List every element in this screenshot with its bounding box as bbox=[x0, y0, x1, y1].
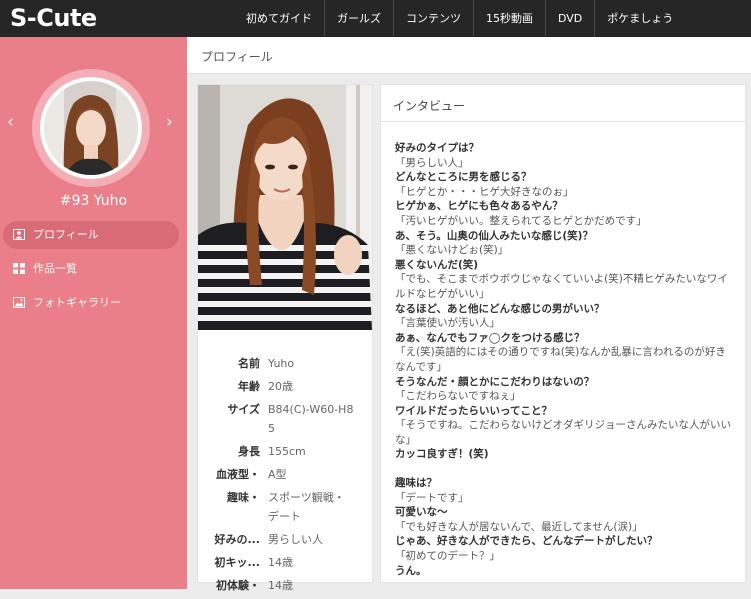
profile-label: 趣味・ bbox=[227, 491, 260, 504]
interview-answer: 「ヒゲとか・・・ヒゲ大好きなのぉ」 bbox=[395, 185, 574, 198]
profile-value: 男らしい人 bbox=[268, 533, 323, 546]
interview-answer: 「悪くないけどぉ(笑)」 bbox=[395, 244, 509, 257]
girl-name: #93 Yuho bbox=[59, 193, 128, 209]
interview-question: じゃあ、好きな人ができたら、どんなデートがしたい？ bbox=[395, 535, 658, 548]
nav-guide[interactable]: 初めてガイド bbox=[234, 0, 324, 37]
avatar-border bbox=[40, 77, 142, 179]
interview-question: 好みのタイプは？ bbox=[395, 142, 479, 154]
interview-body: 好みのタイプは？ 「男らしい人」どんなところに男を感じる？ 「ヒゲとか・・・ヒゲ大好… bbox=[395, 141, 733, 578]
grid-icon bbox=[13, 263, 25, 274]
interview-answer: 「でも好きな人が居ないんで、最近してません(涙)」 bbox=[395, 520, 643, 533]
profile-row: 身長 155cm bbox=[198, 442, 372, 461]
nav-contents[interactable]: コンテンツ bbox=[394, 0, 473, 37]
interview-question: そうなんだ・顔とかにこだわりはないの？ bbox=[395, 375, 595, 388]
interview-title: インタビュー bbox=[393, 99, 466, 113]
sidebar-item-label: 作品一覧 bbox=[33, 262, 77, 275]
interview-question: あ、そう。山奥の仙人みたいな感じ(笑)？ bbox=[395, 229, 593, 242]
interview-header: インタビュー bbox=[381, 85, 745, 122]
interview-question: あぁ、なんでもファ◯クをつける感じ？ bbox=[395, 331, 585, 344]
interview-answer: 「初めてのデート？」 bbox=[395, 550, 500, 563]
profile-card: 名前 Yuho 年齢 20歳 サイズ B84(C)-W60-H85 身長 155… bbox=[197, 84, 373, 592]
profile-label: 年齢 bbox=[238, 380, 260, 393]
interview-question: 可愛いな〜 bbox=[395, 506, 448, 519]
interview-answer: 「そうですね。こだわらないけどオダギリジョーさんみたいな人がいいな」 bbox=[395, 419, 731, 446]
profile-photo[interactable] bbox=[198, 85, 372, 330]
profile-label: 初キッ... bbox=[214, 556, 260, 569]
profile-label: 初体験・ bbox=[216, 579, 260, 592]
interview-spacer bbox=[395, 462, 733, 476]
interview-answer: 「でも、そこまでボウボウじゃなくていいよ(笑)不精ヒゲみたいなワイルドなヒゲがい… bbox=[395, 273, 728, 300]
sidebar-item-label: プロフィール bbox=[33, 228, 99, 241]
profile-row: 名前 Yuho bbox=[198, 354, 372, 373]
profile-value: B84(C)-W60-H85 bbox=[268, 403, 354, 435]
interview-question: 趣味は？ bbox=[395, 477, 437, 490]
profile-icon bbox=[13, 229, 25, 240]
nav-dvd[interactable]: DVD bbox=[546, 0, 594, 37]
sidebar-item-label: フォトギャラリー bbox=[33, 296, 121, 309]
profile-label: 身長 bbox=[238, 445, 260, 458]
interview-answer: 「言葉使いが汚い人」 bbox=[395, 317, 500, 330]
profile-label: サイズ bbox=[227, 403, 260, 416]
avatar[interactable] bbox=[44, 81, 138, 175]
nav-15sec-video[interactable]: 15秒動画 bbox=[474, 0, 545, 37]
sidebar-item-works[interactable]: 作品一覧 bbox=[3, 255, 179, 283]
interview-question: 悪くないんだ(笑) bbox=[395, 258, 479, 271]
sidebar: ‹ › #93 Yuho プロフィール 作品一覧 フォトギャラリー bbox=[0, 37, 187, 589]
profile-value: A型 bbox=[268, 468, 287, 481]
page-title: プロフィール bbox=[201, 50, 273, 64]
main-nav: 初めてガイド ガールズ コンテンツ 15秒動画 DVD ポケましょう bbox=[234, 0, 685, 37]
profile-value: Yuho bbox=[268, 357, 295, 370]
profile-label: 名前 bbox=[238, 357, 260, 370]
profile-row: 好みの... 男らしい人 bbox=[198, 530, 372, 549]
interview-panel: インタビュー 好みのタイプは？ 「男らしい人」どんなところに男を感じる？ 「ヒゲとか… bbox=[380, 84, 746, 583]
interview-question: どんなところに男を感じる？ bbox=[395, 171, 532, 184]
nav-pokemashou[interactable]: ポケましょう bbox=[595, 0, 685, 37]
profile-row: 血液型・ A型 bbox=[198, 465, 372, 484]
profile-label: 血液型・ bbox=[216, 468, 260, 481]
profile-value: 14歳 bbox=[268, 556, 293, 569]
next-girl-arrow-icon[interactable]: › bbox=[166, 112, 173, 132]
top-navbar: S-Cute 初めてガイド ガールズ コンテンツ 15秒動画 DVD ポケましょ… bbox=[0, 0, 751, 37]
sidebar-item-profile[interactable]: プロフィール bbox=[3, 221, 179, 249]
interview-answer: 「男らしい人」 bbox=[395, 156, 469, 169]
interview-answer: 「汚いヒゲがいい。整えられてるヒゲとかだめです」 bbox=[395, 214, 647, 227]
profile-row: 初体験・ 14歳 bbox=[198, 576, 372, 595]
profile-row: 初キッ... 14歳 bbox=[198, 553, 372, 572]
photo-icon bbox=[13, 297, 25, 308]
profile-row: 年齢 20歳 bbox=[198, 377, 372, 396]
prev-girl-arrow-icon[interactable]: ‹ bbox=[7, 112, 14, 132]
interview-question: カッコ良すぎ！(笑) bbox=[395, 448, 489, 461]
avatar-frame bbox=[32, 69, 150, 187]
interview-question: うん。 bbox=[395, 564, 427, 577]
interview-question: なるほど、あと他にどんな感じの男がいい？ bbox=[395, 302, 605, 315]
profile-value: 20歳 bbox=[268, 380, 293, 393]
profile-label: 好みの... bbox=[214, 533, 260, 546]
interview-answer: 「こだわらないですねぇ」 bbox=[395, 390, 521, 403]
site-logo[interactable]: S-Cute bbox=[10, 4, 97, 32]
nav-girls[interactable]: ガールズ bbox=[325, 0, 393, 37]
interview-answer: 「え(笑)英語的にはその通りですね(笑)なんか乱暴に言われるのが好きなんです」 bbox=[395, 346, 726, 373]
profile-info: 名前 Yuho 年齢 20歳 サイズ B84(C)-W60-H85 身長 155… bbox=[198, 354, 372, 599]
profile-row: 趣味・ スポーツ観戦・デート bbox=[198, 488, 372, 526]
profile-value: スポーツ観戦・デート bbox=[268, 491, 345, 523]
interview-question: ヒゲかぁ、ヒゲにも色々あるやん？ bbox=[395, 200, 563, 213]
page-header: プロフィール bbox=[187, 37, 751, 74]
interview-answer: 「デートです」 bbox=[395, 491, 469, 504]
sidebar-menu: プロフィール 作品一覧 フォトギャラリー bbox=[0, 221, 187, 323]
interview-question: ワイルドだったらいいってこと？ bbox=[395, 404, 552, 417]
profile-value: 14歳 bbox=[268, 579, 293, 592]
sidebar-item-gallery[interactable]: フォトギャラリー bbox=[3, 289, 179, 317]
profile-row: サイズ B84(C)-W60-H85 bbox=[198, 400, 372, 438]
profile-value: 155cm bbox=[268, 445, 306, 458]
